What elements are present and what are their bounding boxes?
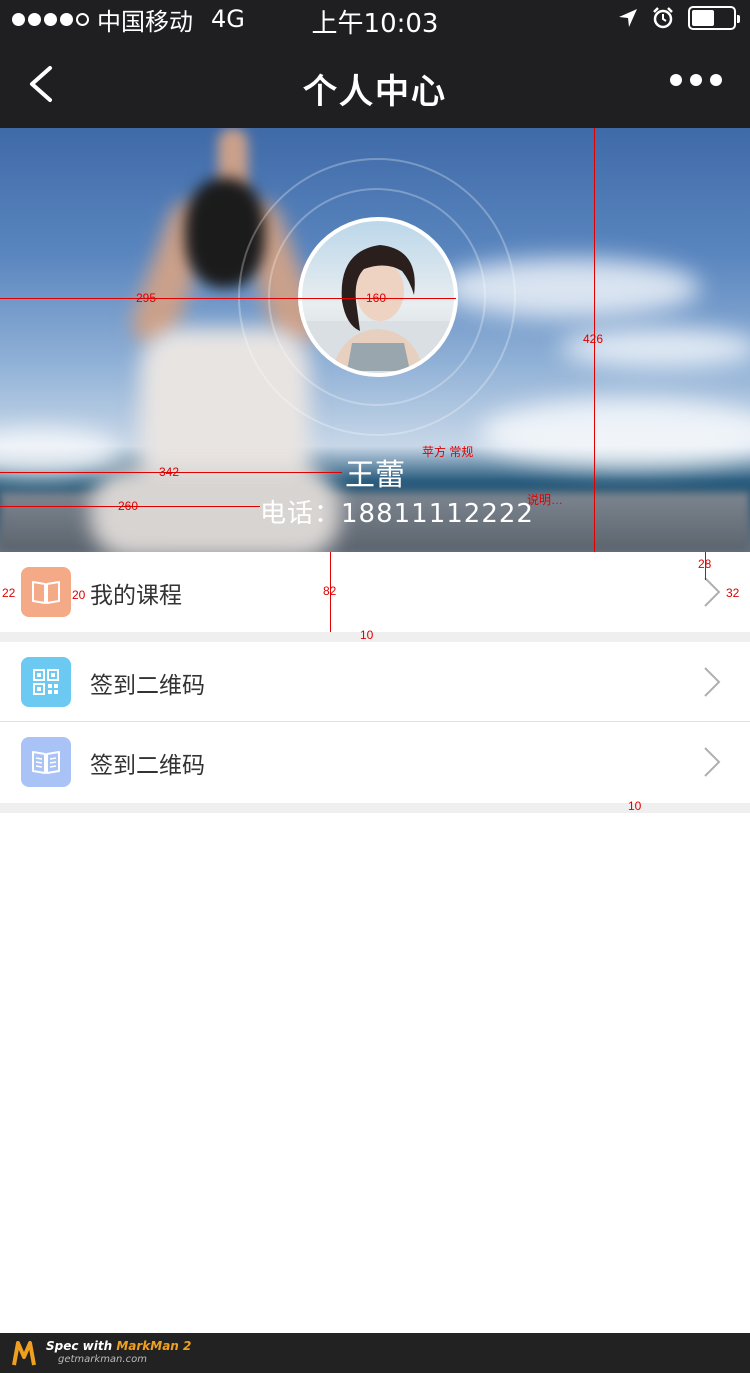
spec-label: 22 [2,586,16,600]
menu-item-label: 签到二维码 [90,673,205,699]
battery-level [692,10,714,26]
more-button[interactable] [670,74,722,86]
status-right [618,6,740,30]
menu-item-label: 签到二维码 [90,753,205,779]
alarm-clock-icon [653,7,673,29]
watermark-title: Spec with MarkMan 2 [46,1339,191,1353]
markman-logo-icon [12,1341,36,1366]
user-phone: 电话：18811112222 [260,499,534,529]
reading-icon [21,737,71,787]
navigation-bar: 个人中心 [0,40,750,128]
menu-item-my-courses[interactable]: 我的课程 [0,552,750,632]
menu-group-courses: 我的课程 [0,552,750,632]
spec-label: 20 [72,588,86,602]
menu-group-checkin: 签到二维码 签到二维码 [0,642,750,802]
menu-item-checkin-qr-2[interactable]: 签到二维码 [0,722,750,802]
menu-item-checkin-qr[interactable]: 签到二维码 [0,642,750,722]
battery-icon [688,6,740,30]
profile-header: 王蕾 电话：18811112222 [0,128,750,552]
menu-item-label: 我的课程 [90,583,182,609]
spec-note: 苹方 常规 [422,445,474,459]
spec-label: 28 [698,557,712,571]
chevron-right-icon [704,577,721,607]
section-divider [0,632,750,642]
spec-label: 82 [323,584,337,598]
page-title: 个人中心 [303,72,447,112]
status-bar: 中国移动 4G 上午10:03 [0,0,750,40]
watermark-title-prefix: Spec with [46,1339,117,1353]
spec-label: 260 [118,499,139,513]
spec-label: 10 [360,628,374,642]
spec-label: 160 [366,291,387,305]
spec-label: 32 [726,586,740,600]
markman-watermark: Spec with MarkMan 2 getmarkman.com [0,1333,750,1373]
chevron-right-icon [704,747,721,777]
more-dots-icon [670,74,682,86]
book-icon [21,567,71,617]
watermark-subtitle: getmarkman.com [58,1354,147,1365]
spec-label: 295 [136,291,157,305]
chevron-right-icon [704,667,721,697]
watermark-title-accent: MarkMan 2 [116,1339,192,1353]
spec-label: 10 [628,799,642,813]
spec-label: 426 [583,332,604,346]
spec-label: 342 [159,465,180,479]
qr-code-icon [21,657,71,707]
spec-note: 说明… [527,493,564,507]
location-arrow-icon [619,9,637,27]
